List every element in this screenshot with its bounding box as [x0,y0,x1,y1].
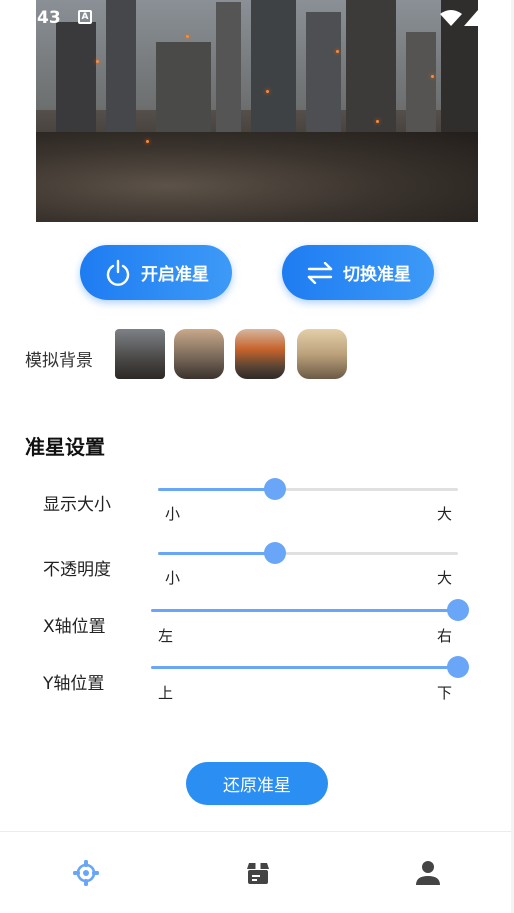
size-slider-thumb[interactable] [264,478,286,500]
background-thumb-ruined-city[interactable] [115,329,165,379]
toggle-crosshair-label: 开启准星 [141,265,209,285]
opacity-max-label: 大 [437,569,453,587]
opacity-slider-thumb[interactable] [264,542,286,564]
size-slider[interactable] [158,478,458,500]
wifi-icon [440,10,462,26]
switch-crosshair-button[interactable]: 切换准星 [282,245,434,300]
y-position-slider-thumb[interactable] [447,656,469,678]
size-slider-fill [158,488,275,491]
opacity-slider[interactable] [158,542,458,564]
x-position-max-label: 右 [437,627,453,645]
reset-crosshair-label: 还原准星 [223,776,291,796]
x-position-min-label: 左 [158,627,174,645]
opacity-min-label: 小 [165,569,181,587]
user-icon [416,861,440,885]
background-label: 模拟背景 [25,351,93,371]
toggle-crosshair-button[interactable]: 开启准星 [80,245,232,300]
y-position-min-label: 上 [158,684,174,702]
opacity-slider-label: 不透明度 [43,560,111,580]
y-position-slider-fill [151,666,458,669]
x-position-slider[interactable] [151,599,469,621]
size-slider-label: 显示大小 [43,495,111,515]
box-icon [247,863,269,884]
nav-box[interactable] [243,858,273,888]
crosshair-icon [73,860,99,886]
size-min-label: 小 [165,505,181,523]
size-max-label: 大 [437,505,453,523]
notification-icon: A [78,10,92,24]
background-thumb-burning-tower[interactable] [235,329,285,379]
nav-profile[interactable] [413,858,443,888]
bottom-nav-divider [0,831,514,832]
opacity-slider-fill [158,552,275,555]
background-thumb-wasteland-tower[interactable] [174,329,224,379]
nav-crosshair[interactable] [71,858,101,888]
y-position-slider-label: Y轴位置 [43,674,105,694]
power-icon [103,258,133,288]
x-position-slider-fill [151,609,458,612]
crosshair-settings-title: 准星设置 [25,435,105,459]
y-position-slider[interactable] [151,656,469,678]
x-position-slider-thumb[interactable] [447,599,469,621]
x-position-slider-label: X轴位置 [43,617,106,637]
y-position-max-label: 下 [437,684,453,702]
cellular-icon [464,10,478,26]
status-bar: 43 A [0,0,514,36]
reset-crosshair-button[interactable]: 还原准星 [186,762,328,805]
status-time: 43 [37,8,61,28]
switch-crosshair-label: 切换准星 [343,265,411,285]
swap-icon [305,258,335,288]
background-thumb-desert-ruins[interactable] [297,329,347,379]
